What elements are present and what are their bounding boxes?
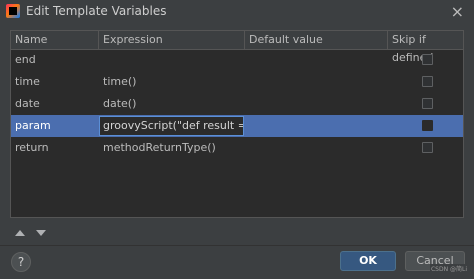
column-header-default-value[interactable]: Default value (245, 31, 388, 49)
variable-name: return (15, 141, 49, 154)
ok-button[interactable]: OK (340, 251, 396, 271)
variable-expression[interactable]: methodReturnType() (99, 137, 245, 159)
table-row[interactable]: end (11, 49, 463, 71)
table-row[interactable]: time time() (11, 71, 463, 93)
variable-expression[interactable]: date() (99, 93, 245, 115)
variable-name: date (15, 97, 40, 110)
skip-if-defined-checkbox[interactable] (422, 120, 433, 131)
variable-name: time (15, 75, 40, 88)
table-row[interactable]: date date() (11, 93, 463, 115)
variable-default-value[interactable] (245, 71, 388, 93)
skip-if-defined-checkbox[interactable] (422, 54, 433, 65)
variable-default-value[interactable] (245, 49, 388, 71)
help-button[interactable]: ? (11, 252, 31, 272)
skip-if-defined-checkbox[interactable] (422, 142, 433, 153)
variable-expression[interactable] (99, 49, 245, 71)
watermark-text: CSDN @简Li (429, 264, 468, 273)
expression-editor-input[interactable]: groovyScript("def result = '';d... (99, 116, 244, 136)
move-down-icon[interactable] (36, 230, 46, 236)
variables-table: Name Expression Default value Skip if de… (10, 30, 464, 218)
window-title: Edit Template Variables (26, 4, 167, 18)
column-header-name[interactable]: Name (11, 31, 99, 49)
column-header-skip-if-defined[interactable]: Skip if defined (388, 31, 463, 64)
variable-name: param (15, 119, 51, 132)
title-bar: Edit Template Variables × (0, 0, 474, 24)
table-row[interactable]: return methodReturnType() (11, 137, 463, 159)
table-header: Name Expression Default value Skip if de… (11, 31, 463, 64)
close-icon[interactable]: × (451, 2, 464, 21)
variable-default-value[interactable] (245, 93, 388, 115)
variable-default-value[interactable] (245, 115, 388, 137)
table-row-selected[interactable]: param groovyScript("def result = '';d... (11, 115, 463, 137)
skip-if-defined-checkbox[interactable] (422, 98, 433, 109)
variable-default-value[interactable] (245, 137, 388, 159)
variable-expression[interactable]: time() (99, 71, 245, 93)
skip-if-defined-checkbox[interactable] (422, 76, 433, 87)
move-up-icon[interactable] (15, 230, 25, 236)
footer-divider (0, 245, 474, 246)
column-header-expression[interactable]: Expression (99, 31, 245, 49)
intellij-icon (6, 4, 20, 18)
variable-name: end (15, 53, 36, 66)
